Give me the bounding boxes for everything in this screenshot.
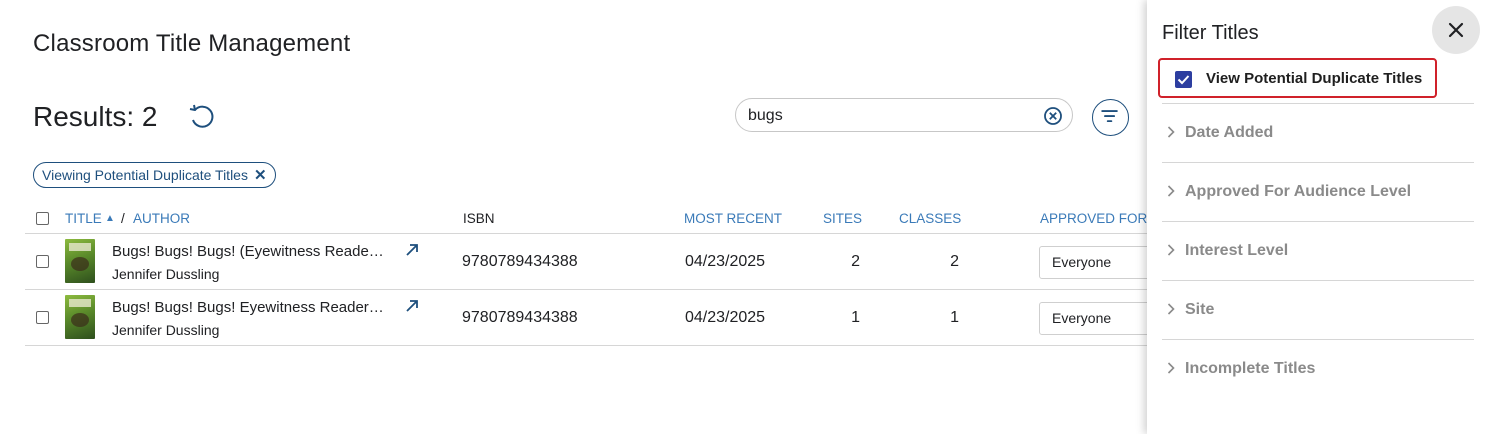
search-input[interactable] [748, 105, 1038, 127]
filter-section-date-added[interactable]: Date Added [1162, 103, 1474, 162]
page-title: Classroom Title Management [33, 30, 351, 57]
filter-section-label: Site [1185, 301, 1215, 318]
chevron-right-icon [1167, 185, 1175, 197]
title-link[interactable]: Bugs! Bugs! Bugs! (Eyewitness Reade… [112, 243, 384, 260]
sites-value: 2 [851, 253, 860, 270]
isbn-value: 9780789434388 [462, 309, 578, 326]
active-filter-chip: Viewing Potential Duplicate Titles ✕ [33, 162, 276, 188]
duplicate-titles-checkbox[interactable] [1175, 71, 1192, 88]
results-count: Results: 2 [33, 101, 158, 132]
filter-section-label: Interest Level [1185, 242, 1289, 259]
checkmark-icon [1177, 75, 1190, 85]
book-cover-image [65, 295, 95, 339]
column-title[interactable]: TITLE [65, 211, 102, 226]
filter-section-site[interactable]: Site [1162, 280, 1474, 339]
close-chip-icon[interactable]: ✕ [254, 168, 267, 183]
column-sites[interactable]: SITES [823, 211, 862, 226]
chip-label: Viewing Potential Duplicate Titles [42, 167, 248, 183]
sort-ascending-icon: ▲ [105, 213, 115, 224]
column-most-recent[interactable]: MOST RECENT [684, 211, 782, 226]
filter-section-label: Incomplete Titles [1185, 360, 1316, 377]
refresh-icon[interactable] [186, 102, 216, 132]
chevron-right-icon [1167, 362, 1175, 374]
column-classes[interactable]: CLASSES [899, 211, 961, 226]
filter-icon [1101, 110, 1118, 123]
filter-section-incomplete-titles[interactable]: Incomplete Titles [1162, 339, 1474, 398]
most-recent-value: 04/23/2025 [685, 253, 766, 270]
row-checkbox[interactable] [36, 311, 49, 324]
chevron-right-icon [1167, 126, 1175, 138]
column-isbn: ISBN [463, 211, 495, 226]
table-header: TITLE ▲ / AUTHOR ISBN MOST RECENT SITES … [25, 204, 1150, 234]
open-link-icon[interactable] [405, 243, 419, 257]
titles-table: TITLE ▲ / AUTHOR ISBN MOST RECENT SITES … [25, 204, 1159, 346]
row-checkbox[interactable] [36, 255, 49, 268]
book-cover-image [65, 239, 95, 283]
column-separator: / [121, 211, 125, 226]
table-row: Bugs! Bugs! Bugs! (Eyewitness Reade… Jen… [25, 234, 1159, 290]
column-approved-for[interactable]: APPROVED FOR [1040, 211, 1147, 226]
close-icon [1448, 22, 1464, 38]
approved-for-select[interactable]: Everyone [1039, 246, 1159, 279]
author-text: Jennifer Dussling [112, 322, 220, 338]
filter-section-audience-level[interactable]: Approved For Audience Level [1162, 162, 1474, 221]
isbn-value: 9780789434388 [462, 253, 578, 270]
open-link-icon[interactable] [405, 299, 419, 313]
classes-value: 2 [950, 253, 959, 270]
chevron-right-icon [1167, 303, 1175, 315]
chevron-right-icon [1167, 244, 1175, 256]
approved-for-select[interactable]: Everyone [1039, 302, 1159, 335]
clear-search-icon[interactable] [1043, 106, 1063, 126]
column-author[interactable]: AUTHOR [133, 211, 190, 226]
sites-value: 1 [851, 309, 860, 326]
filter-section-interest-level[interactable]: Interest Level [1162, 221, 1474, 280]
filter-panel-title: Filter Titles [1162, 22, 1259, 44]
filter-section-label: Approved For Audience Level [1185, 183, 1412, 200]
title-link[interactable]: Bugs! Bugs! Bugs! Eyewitness Reader… [112, 299, 384, 316]
table-row: Bugs! Bugs! Bugs! Eyewitness Reader… Jen… [25, 290, 1159, 346]
most-recent-value: 04/23/2025 [685, 309, 766, 326]
close-button[interactable] [1432, 6, 1480, 54]
search-field[interactable] [735, 98, 1073, 132]
classes-value: 1 [950, 309, 959, 326]
select-all-checkbox[interactable] [36, 212, 49, 225]
filter-button[interactable] [1092, 99, 1129, 136]
author-text: Jennifer Dussling [112, 266, 220, 282]
duplicate-titles-label: View Potential Duplicate Titles [1206, 70, 1423, 87]
filter-section-label: Date Added [1185, 124, 1274, 141]
filter-panel: Filter Titles View Potential Duplicate T… [1147, 0, 1488, 434]
duplicate-titles-option[interactable]: View Potential Duplicate Titles [1158, 58, 1437, 98]
